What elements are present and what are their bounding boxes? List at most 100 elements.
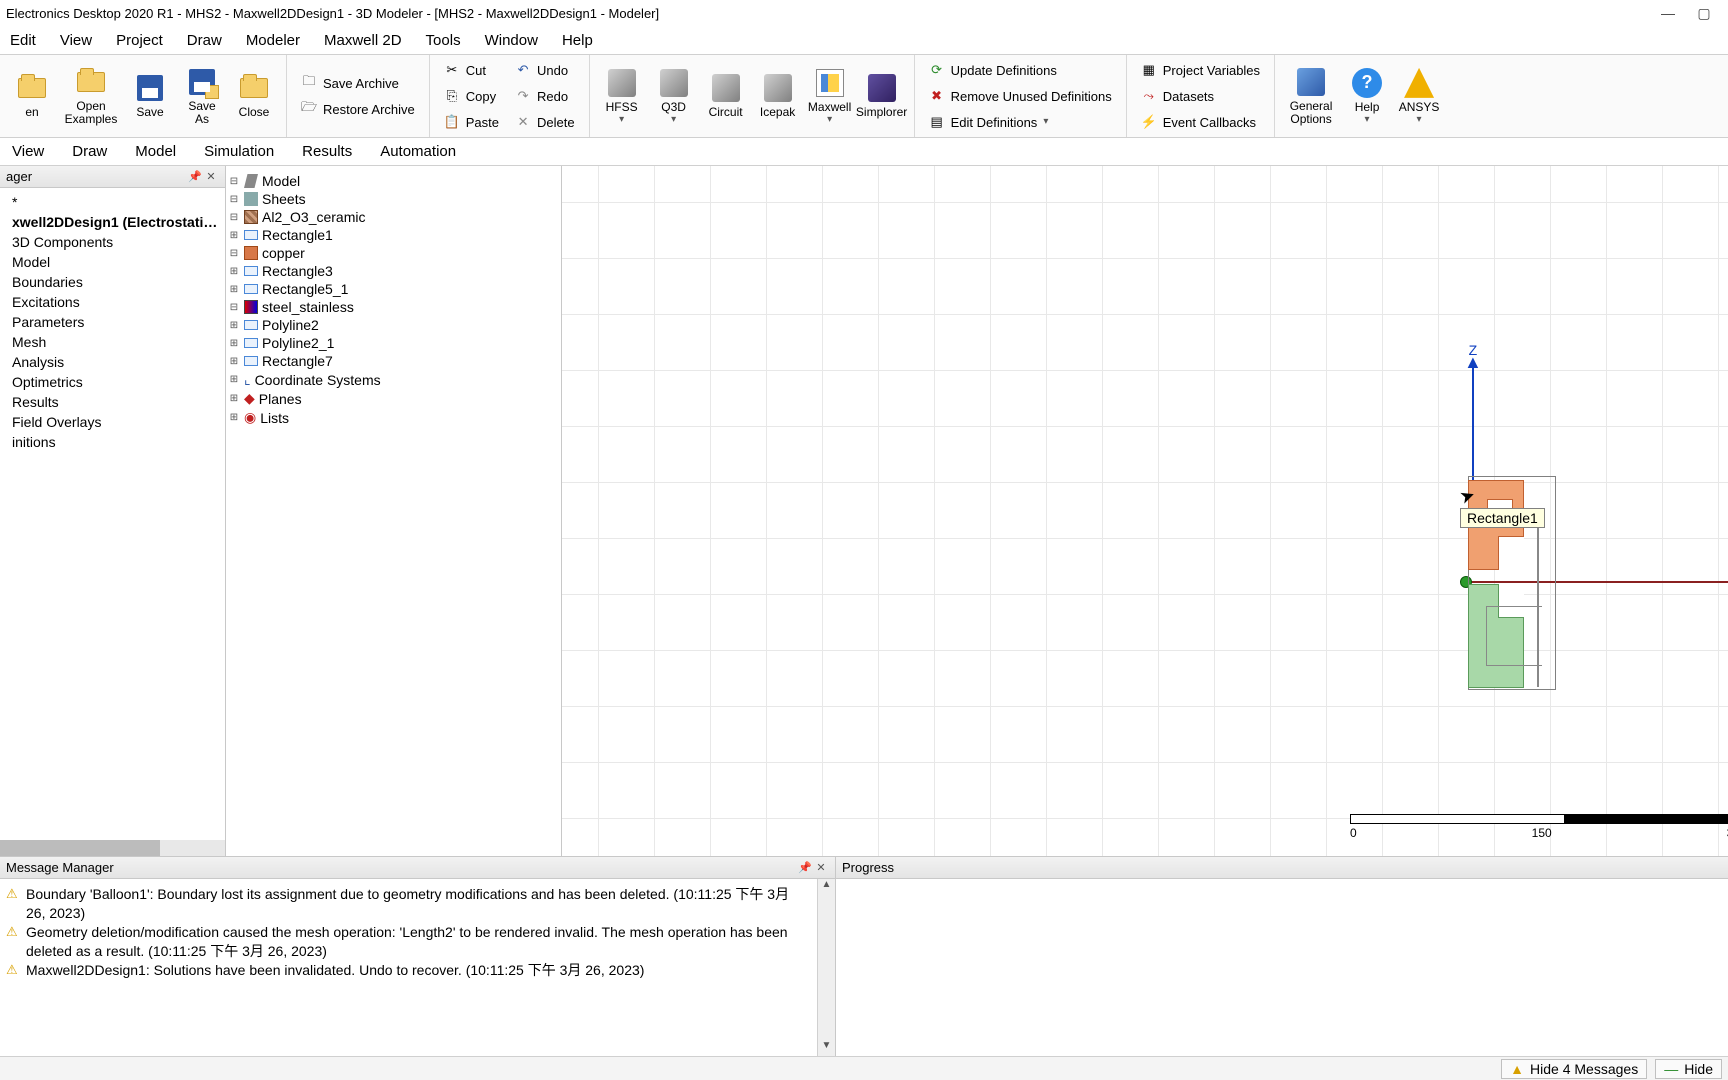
close-icon[interactable]: ✕	[813, 861, 829, 874]
save-button[interactable]: Save	[124, 55, 176, 137]
undo-button[interactable]: ↶Undo	[511, 58, 579, 82]
shape-polylines[interactable]	[1486, 606, 1542, 666]
message-item[interactable]: Boundary 'Balloon1': Boundary lost its a…	[26, 885, 807, 923]
tree-item[interactable]: Results	[2, 392, 223, 412]
vertical-scrollbar[interactable]: ▲▼	[817, 879, 835, 1056]
menu-tools[interactable]: Tools	[426, 32, 461, 49]
tree-item[interactable]: 3D Components	[2, 232, 223, 252]
datasets-button[interactable]: ⤳Datasets	[1137, 84, 1264, 108]
menu-modeler[interactable]: Modeler	[246, 32, 300, 49]
tree-node-shape[interactable]: ⊞Rectangle5_1	[228, 280, 559, 298]
remove-unused-button[interactable]: ✖Remove Unused Definitions	[925, 84, 1116, 108]
update-definitions-button[interactable]: ⟳Update Definitions	[925, 58, 1116, 82]
tab-model[interactable]: Model	[135, 143, 176, 160]
tree-node-shape[interactable]: ⊞Polyline2	[228, 316, 559, 334]
maximize-button[interactable]: ▢	[1686, 5, 1722, 22]
simplorer-button[interactable]: Simplorer	[856, 55, 908, 137]
tree-item[interactable]: Excitations	[2, 292, 223, 312]
event-callbacks-button[interactable]: ⚡Event Callbacks	[1137, 110, 1264, 134]
tree-item[interactable]: Parameters	[2, 312, 223, 332]
pin-icon[interactable]: 📌	[797, 861, 813, 874]
open-examples-button[interactable]: Open Examples	[58, 55, 124, 137]
menu-project[interactable]: Project	[116, 32, 163, 49]
circuit-button[interactable]: Circuit	[700, 55, 752, 137]
minimize-button[interactable]: —	[1650, 5, 1686, 21]
message-item[interactable]: Geometry deletion/modification caused th…	[26, 923, 807, 961]
tree-node-material[interactable]: ⊟steel_stainless	[228, 298, 559, 316]
tree-node-lists[interactable]: ⊞◉Lists	[228, 408, 559, 427]
expand-icon[interactable]: ⊞	[228, 266, 240, 277]
collapse-icon[interactable]: ⊟	[228, 176, 240, 187]
message-item[interactable]: Maxwell2DDesign1: Solutions have been in…	[26, 961, 807, 980]
menu-view[interactable]: View	[60, 32, 92, 49]
save-archive-button[interactable]: 🗀Save Archive	[297, 71, 419, 95]
tree-node-coord[interactable]: ⊞⌞Coordinate Systems	[228, 370, 559, 389]
expand-icon[interactable]: ⊞	[228, 356, 240, 367]
help-button[interactable]: ?Help▾	[1341, 55, 1393, 137]
model-tree-panel[interactable]: ⊟Model ⊟Sheets ⊟Al2_O3_ceramic ⊞Rectangl…	[226, 166, 562, 856]
tab-automation[interactable]: Automation	[380, 143, 456, 160]
tree-node-sheets[interactable]: ⊟Sheets	[228, 190, 559, 208]
expand-icon[interactable]: ⊞	[228, 230, 240, 241]
project-tree[interactable]: * xwell2DDesign1 (Electrostatic, abo 3D …	[0, 188, 225, 840]
tree-item[interactable]: Model	[2, 252, 223, 272]
menu-draw[interactable]: Draw	[187, 32, 222, 49]
tree-node-shape[interactable]: ⊞Rectangle3	[228, 262, 559, 280]
tree-node-material[interactable]: ⊟Al2_O3_ceramic	[228, 208, 559, 226]
cut-button[interactable]: ✂Cut	[440, 58, 503, 82]
icepak-button[interactable]: Icepak	[752, 55, 804, 137]
open-button[interactable]: en	[6, 55, 58, 137]
delete-button[interactable]: ✕Delete	[511, 110, 579, 134]
tree-node-shape[interactable]: ⊞Polyline2_1	[228, 334, 559, 352]
menu-help[interactable]: Help	[562, 32, 593, 49]
menu-edit[interactable]: Edit	[10, 32, 36, 49]
save-as-button[interactable]: Save As	[176, 55, 228, 137]
collapse-icon[interactable]: ⊟	[228, 212, 240, 223]
maxwell-button[interactable]: Maxwell▾	[804, 55, 856, 137]
project-variables-button[interactable]: ▦Project Variables	[1137, 58, 1264, 82]
tree-node-material[interactable]: ⊟copper	[228, 244, 559, 262]
tab-draw[interactable]: Draw	[72, 143, 107, 160]
tree-item[interactable]: Field Overlays	[2, 412, 223, 432]
collapse-icon[interactable]: ⊟	[228, 248, 240, 259]
redo-button[interactable]: ↷Redo	[511, 84, 579, 108]
tree-item[interactable]: Analysis	[2, 352, 223, 372]
tab-results[interactable]: Results	[302, 143, 352, 160]
q3d-button[interactable]: Q3D▾	[648, 55, 700, 137]
close-button[interactable]: Close	[228, 55, 280, 137]
tree-node-shape[interactable]: ⊞Rectangle7	[228, 352, 559, 370]
message-list[interactable]: Boundary 'Balloon1': Boundary lost its a…	[0, 879, 817, 1056]
menu-maxwell2d[interactable]: Maxwell 2D	[324, 32, 402, 49]
expand-icon[interactable]: ⊞	[228, 374, 240, 385]
ansys-button[interactable]: ANSYS▾	[1393, 55, 1445, 137]
tree-item-design[interactable]: xwell2DDesign1 (Electrostatic, abo	[2, 212, 223, 232]
tree-item[interactable]: Boundaries	[2, 272, 223, 292]
menu-window[interactable]: Window	[485, 32, 538, 49]
tree-item[interactable]: initions	[2, 432, 223, 452]
tree-item[interactable]: *	[2, 192, 223, 212]
tree-node-shape[interactable]: ⊞Rectangle1	[228, 226, 559, 244]
edit-definitions-button[interactable]: ▤Edit Definitions ▾	[925, 110, 1116, 134]
expand-icon[interactable]: ⊞	[228, 338, 240, 349]
general-options-button[interactable]: General Options	[1281, 55, 1341, 137]
expand-icon[interactable]: ⊞	[228, 412, 240, 423]
expand-icon[interactable]: ⊞	[228, 284, 240, 295]
hfss-button[interactable]: HFSS▾	[596, 55, 648, 137]
horizontal-scrollbar[interactable]	[0, 840, 225, 856]
paste-button[interactable]: 📋Paste	[440, 110, 503, 134]
copy-button[interactable]: ⎘Copy	[440, 84, 503, 108]
tab-simulation[interactable]: Simulation	[204, 143, 274, 160]
pin-icon[interactable]: 📌	[187, 170, 203, 183]
collapse-icon[interactable]: ⊟	[228, 194, 240, 205]
tree-item[interactable]: Mesh	[2, 332, 223, 352]
expand-icon[interactable]: ⊞	[228, 320, 240, 331]
expand-icon[interactable]: ⊞	[228, 393, 240, 404]
tree-item[interactable]: Optimetrics	[2, 372, 223, 392]
tree-node-planes[interactable]: ⊞◆Planes	[228, 389, 559, 408]
collapse-icon[interactable]: ⊟	[228, 302, 240, 313]
tab-view[interactable]: View	[12, 143, 44, 160]
hide-messages-button[interactable]: ▲Hide 4 Messages	[1501, 1059, 1647, 1079]
tree-node-model[interactable]: ⊟Model	[228, 172, 559, 190]
modeler-canvas[interactable]: Z ▲ ➤ Rectangle1 0 150 300 (mm)	[562, 166, 1728, 856]
close-icon[interactable]: ✕	[203, 170, 219, 183]
